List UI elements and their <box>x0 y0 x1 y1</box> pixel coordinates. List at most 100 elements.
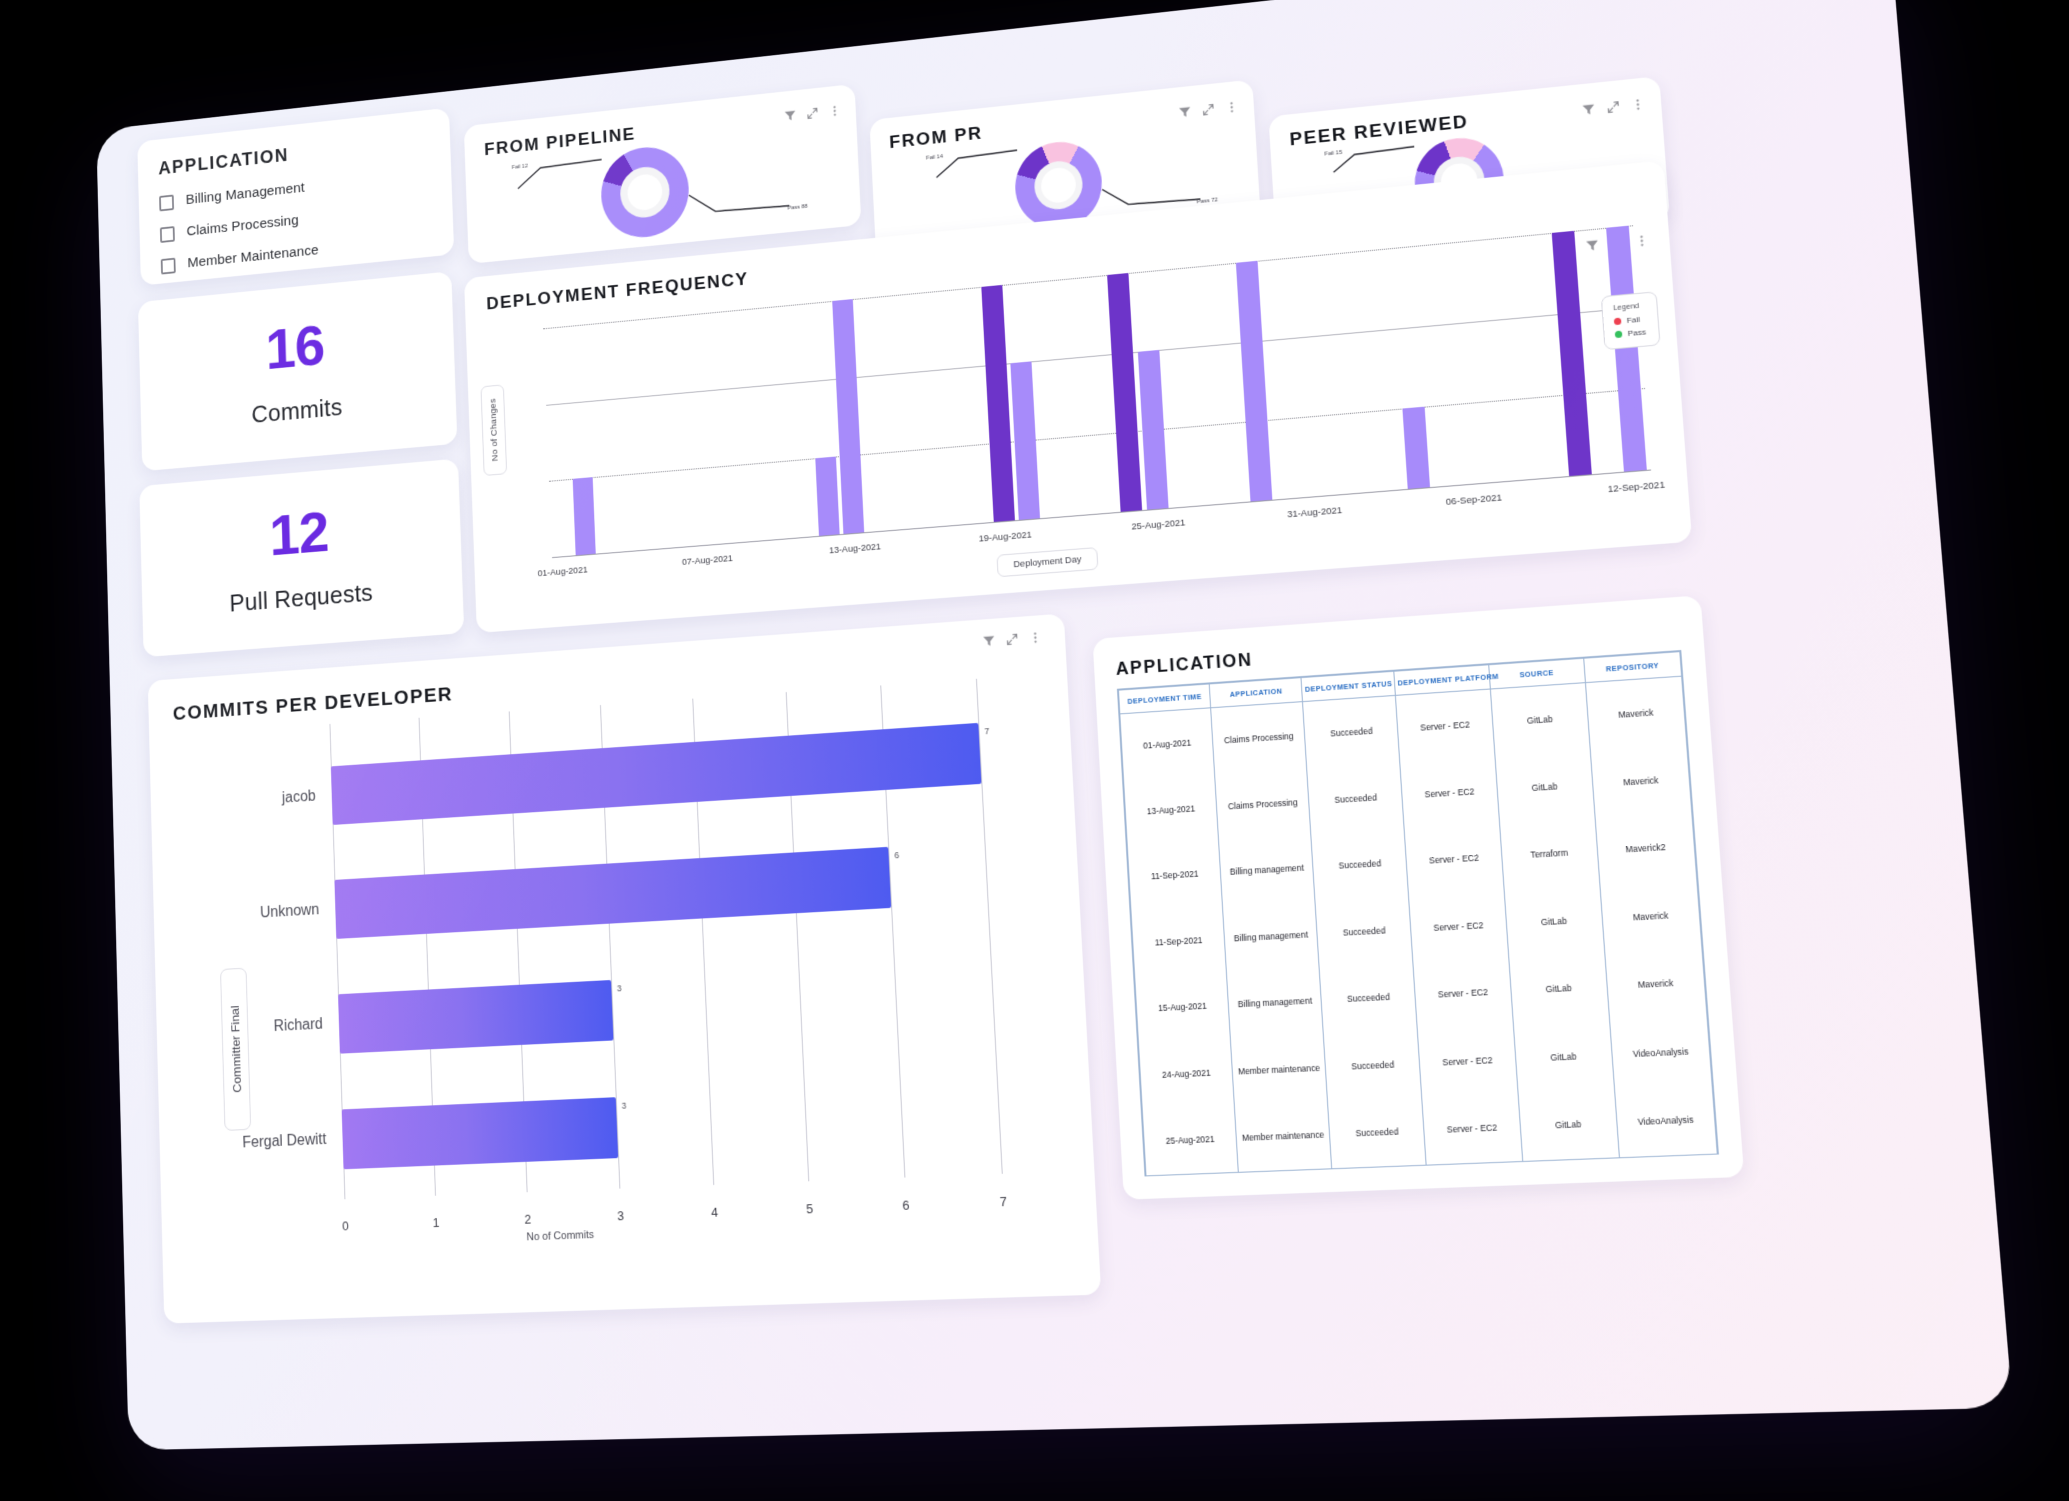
commits-per-developer-plot: 0 1 2 3 4 5 6 7 jacob 7 Unknown 6 Richard 3 Fergal Dew… <box>242 678 1007 1233</box>
screenshot-scene: APPLICATION Billing Management Claims Pr… <box>0 0 2069 1501</box>
table-cell: Claims Processing <box>1210 701 1307 775</box>
dashboard-board: APPLICATION Billing Management Claims Pr… <box>96 0 2013 1451</box>
chart-legend: Legend Fail Pass <box>1600 291 1661 351</box>
table-cell: 01-Aug-2021 <box>1119 707 1215 780</box>
more-options-icon[interactable] <box>1225 100 1238 114</box>
gridline <box>975 678 1003 1174</box>
more-options-icon[interactable] <box>1029 631 1042 645</box>
table-cell: GitLab <box>1508 952 1610 1026</box>
perspective-wrapper: APPLICATION Billing Management Claims Pr… <box>0 0 2069 1501</box>
bar[interactable] <box>1402 406 1431 490</box>
expand-icon[interactable] <box>806 107 819 120</box>
kpi-label: Pull Requests <box>229 577 374 617</box>
application-table-card: APPLICATION DEPLOYMENT TIME APPLICATION DE… <box>1092 595 1745 1200</box>
checkbox-icon[interactable] <box>159 194 175 211</box>
checkbox-icon[interactable] <box>159 225 175 243</box>
expand-icon[interactable] <box>1005 633 1018 647</box>
donut-card-from-pipeline: FROM PIPELINE Fail 12 Pass 88 <box>463 83 862 264</box>
bar[interactable] <box>572 477 597 557</box>
donut-leader-line-right <box>687 180 799 229</box>
more-options-icon[interactable] <box>1631 98 1645 112</box>
bar[interactable] <box>1137 349 1169 511</box>
x-tick-label: 25-Aug-2021 <box>1131 517 1186 533</box>
bar[interactable] <box>815 456 840 537</box>
category-label: Unknown <box>259 901 320 922</box>
bar[interactable] <box>338 980 614 1054</box>
kpi-label: Commits <box>251 392 343 429</box>
filter-icon[interactable] <box>982 634 995 648</box>
table-cell: GitLab <box>1489 682 1591 757</box>
table-cell: 25-Aug-2021 <box>1142 1104 1239 1176</box>
table-cell: Billing management <box>1218 834 1316 906</box>
filter-label: Member Maintenance <box>187 242 319 271</box>
table-cell: GitLab <box>1494 750 1595 824</box>
x-axis <box>552 469 1652 559</box>
kpi-value: 12 <box>268 499 330 568</box>
yaxis-label-text: Committer Final <box>227 1005 244 1094</box>
deployment-table: DEPLOYMENT TIME APPLICATION DEPLOYMENT STA… <box>1118 651 1718 1176</box>
table-cell: Member maintenance <box>1230 1033 1328 1105</box>
table-cell: Maverick <box>1585 676 1687 751</box>
more-options-icon[interactable] <box>1635 234 1649 248</box>
filter-icon[interactable] <box>784 109 797 122</box>
table-cell: Succeeded <box>1306 762 1405 835</box>
bar-value-label: 7 <box>984 726 990 737</box>
table-cell: 15-Aug-2021 <box>1134 971 1231 1043</box>
kpi-card-commits: 16 Commits <box>137 271 458 472</box>
x-tick-label: 06-Sep-2021 <box>1445 492 1503 508</box>
table-cell: Server - EC2 <box>1408 890 1509 963</box>
expand-icon[interactable] <box>1606 100 1620 114</box>
deployment-frequency-yaxis-label: No of Changes <box>480 384 508 477</box>
bar[interactable] <box>1010 361 1041 521</box>
table-cell: Claims Processing <box>1214 768 1312 840</box>
table-cell: Succeeded <box>1319 962 1418 1034</box>
bar-value-label: 6 <box>894 850 900 861</box>
bar-value-label: 3 <box>621 1100 627 1111</box>
legend-color-dot <box>1614 330 1623 339</box>
table-cell: Server - EC2 <box>1413 957 1514 1030</box>
bar[interactable] <box>1551 230 1593 478</box>
bar[interactable] <box>1235 260 1273 503</box>
table-cell: Terraform <box>1499 817 1600 891</box>
filter-icon[interactable] <box>1178 105 1191 119</box>
table-cell: Server - EC2 <box>1417 1025 1518 1097</box>
x-tick-label: 4 <box>710 1204 719 1220</box>
donut-label-right: Pass 88 <box>787 203 808 212</box>
gridline <box>549 388 1646 483</box>
table-cell: Maverick <box>1599 879 1702 953</box>
legend-label: Pass <box>1627 327 1647 339</box>
gridline <box>546 306 1639 406</box>
table-cell: Server - EC2 <box>1422 1092 1523 1165</box>
category-label: Richard <box>273 1016 324 1035</box>
legend-item-fail: Fail <box>1613 314 1645 326</box>
bar[interactable] <box>341 1097 619 1170</box>
category-label: jacob <box>281 788 317 807</box>
table-cell: 11-Sep-2021 <box>1130 905 1227 977</box>
table-cell: Succeeded <box>1323 1029 1423 1101</box>
x-tick-label: 19-Aug-2021 <box>978 529 1032 545</box>
bar[interactable] <box>330 722 982 825</box>
expand-icon[interactable] <box>1202 103 1215 117</box>
table-cell: Member maintenance <box>1234 1100 1332 1172</box>
bar[interactable] <box>334 846 892 939</box>
x-tick-label: 1 <box>432 1215 440 1231</box>
bar[interactable] <box>1107 272 1143 513</box>
filter-icon[interactable] <box>1582 103 1596 117</box>
table-cell: Server - EC2 <box>1404 823 1504 896</box>
checkbox-icon[interactable] <box>160 257 176 275</box>
table-cell: Server - EC2 <box>1395 689 1495 763</box>
legend-color-dot <box>1613 317 1622 326</box>
table-cell: Server - EC2 <box>1400 756 1500 829</box>
kpi-card-pull-requests: 12 Pull Requests <box>139 458 465 658</box>
x-tick-label: 6 <box>901 1197 910 1213</box>
filter-label: Billing Management <box>185 179 305 208</box>
x-tick-label: 7 <box>999 1193 1008 1210</box>
x-tick-label: 5 <box>805 1201 814 1217</box>
more-options-icon[interactable] <box>828 104 841 117</box>
kpi-value: 16 <box>264 312 326 382</box>
x-tick-label: 31-Aug-2021 <box>1286 505 1343 521</box>
table-cell: Succeeded <box>1315 895 1414 968</box>
x-tick-label: 0 <box>341 1218 349 1234</box>
bar[interactable] <box>981 284 1016 523</box>
table-cell: GitLab <box>1513 1020 1615 1093</box>
